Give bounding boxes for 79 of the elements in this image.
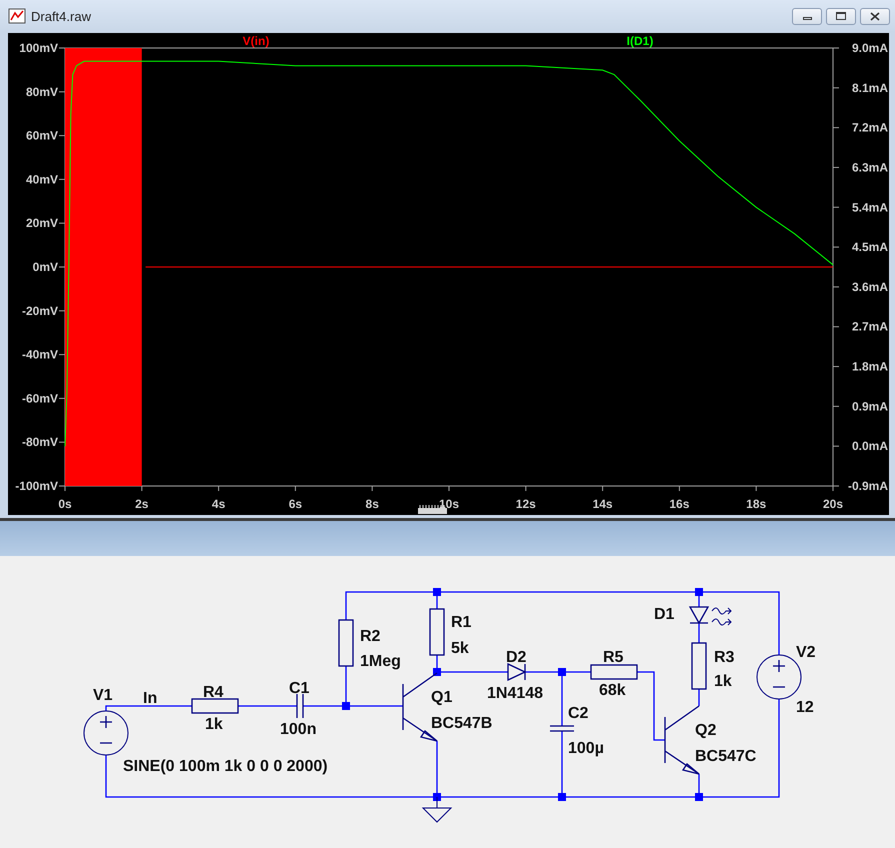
y-tick-label: 8.1mA (852, 80, 888, 95)
component-value: 100µ (568, 740, 604, 757)
voltage-source-symbol (84, 710, 128, 756)
x-tick-label: 18s (746, 497, 766, 511)
component-value: 1k (205, 716, 223, 733)
y-tick-label: 40mV (26, 172, 58, 186)
component-value: 12 (796, 699, 814, 716)
resistor-symbol (590, 664, 638, 680)
component-name: C2 (568, 705, 588, 722)
component-name: D2 (506, 649, 526, 666)
y-tick-label: -100mV (15, 479, 58, 493)
minimize-button[interactable] (792, 8, 822, 24)
x-tick-label: 4s (212, 497, 226, 511)
y-tick-label: 80mV (26, 84, 58, 99)
trace-label[interactable]: V(in) (242, 34, 270, 48)
x-tick-label: 8s (366, 497, 379, 511)
x-tick-label: 2s (135, 497, 148, 511)
component-value: 1N4148 (487, 685, 544, 702)
y-tick-label: 9.0mA (852, 41, 888, 55)
y-tick-label: 3.6mA (852, 280, 888, 294)
y-tick-label: 0.0mA (852, 439, 888, 454)
y-tick-label: 20mV (26, 216, 58, 230)
component-name: V1 (93, 687, 113, 704)
x-tick-label: 16s (669, 497, 690, 511)
y-tick-label: 6.3mA (852, 160, 888, 174)
capacitor-symbol (549, 725, 575, 732)
x-tick-label: 6s (288, 497, 302, 511)
y-tick-label: -0.9mA (848, 479, 888, 493)
component-name: R4 (203, 684, 224, 701)
ground-symbol (422, 796, 452, 822)
component-name: D1 (654, 606, 674, 623)
x-tick-label: 10s (438, 497, 460, 511)
component-value: 1k (714, 673, 732, 690)
resistor-symbol (338, 619, 354, 667)
component-value: BC547B (431, 715, 492, 732)
component-value: 68k (599, 682, 626, 699)
y-tick-label: 0mV (32, 260, 58, 274)
component-name: V2 (796, 644, 816, 661)
component-name: Q1 (431, 689, 452, 706)
y-tick-label: 5.4mA (852, 200, 888, 214)
y-tick-label: 60mV (26, 128, 58, 143)
y-tick-label: 7.2mA (852, 120, 888, 135)
component-value: 1Meg (360, 653, 401, 670)
led-symbol (689, 606, 732, 626)
x-tick-label: 20s (822, 497, 844, 511)
x-tick-label: 12s (516, 497, 536, 511)
net-label: In (143, 690, 158, 707)
close-button[interactable] (860, 8, 890, 24)
resistor-symbol (191, 698, 239, 714)
component-value: BC547C (695, 748, 756, 765)
component-name: C1 (289, 680, 310, 697)
resistor-symbol (429, 608, 445, 656)
y-tick-label: -60mV (22, 391, 58, 406)
component-name: R2 (360, 628, 380, 645)
component-name: R3 (714, 649, 734, 666)
y-tick-label: 100mV (19, 41, 58, 55)
capacitor-symbol (296, 693, 304, 719)
close-icon (870, 12, 880, 20)
restore-button[interactable] (826, 8, 856, 24)
y-tick-label: -20mV (22, 304, 58, 318)
y-tick-label: 4.5mA (852, 240, 888, 254)
trace-label[interactable]: I(D1) (626, 34, 654, 48)
diode-symbol (507, 663, 527, 681)
component-value: SINE(0 100m 1k 0 0 0 2000) (123, 758, 328, 775)
window-title: Draft4.raw (31, 8, 91, 24)
component-name: R1 (451, 614, 472, 631)
y-tick-label: -40mV (22, 348, 58, 362)
y-tick-label: 2.7mA (852, 320, 888, 334)
component-value: 5k (451, 640, 469, 657)
x-tick-label: 0s (58, 497, 72, 511)
x-tick-label: 14s (592, 497, 613, 511)
component-name: R5 (603, 649, 624, 666)
y-tick-label: 0.9mA (852, 399, 888, 414)
chart-icon (8, 8, 26, 24)
component-value: 100n (280, 721, 316, 738)
component-name: Q2 (695, 722, 716, 739)
y-tick-label: -80mV (22, 435, 58, 450)
resistor-symbol (691, 642, 707, 690)
y-tick-label: 1.8mA (852, 360, 888, 374)
